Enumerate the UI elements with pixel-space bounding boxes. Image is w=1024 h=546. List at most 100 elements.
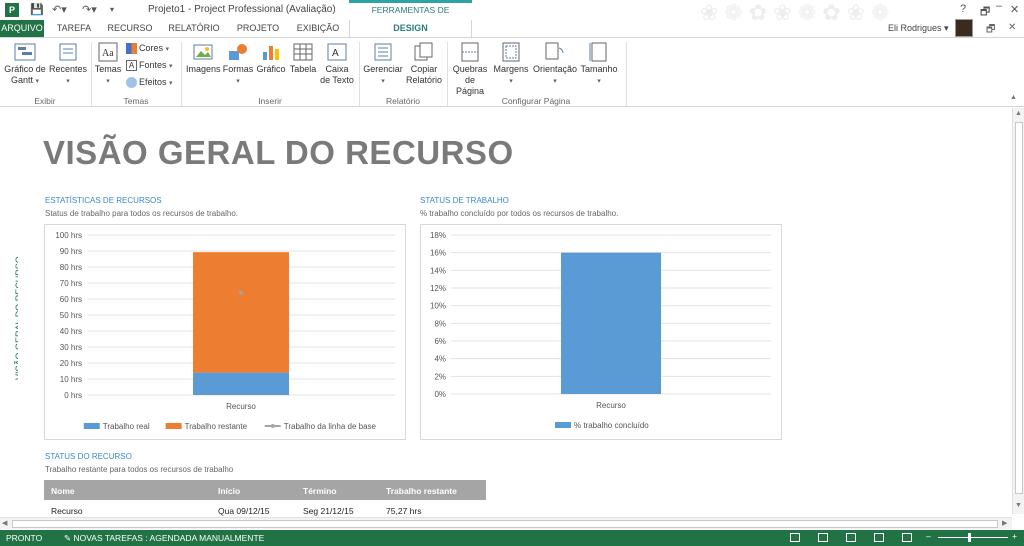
resource-sheet-icon[interactable] [874, 533, 884, 542]
themes-icon: Aa [97, 42, 119, 62]
team-planner-icon[interactable] [846, 533, 856, 542]
vertical-scrollbar[interactable]: ▲ ▼ [1012, 108, 1024, 514]
undo-icon[interactable]: ↶▾ [52, 3, 67, 16]
legend-label: Trabalho real [103, 422, 150, 431]
scroll-right-icon[interactable]: ▶ [1002, 519, 1007, 527]
fonts-icon: A [126, 60, 137, 72]
scroll-left-icon[interactable]: ◀ [2, 519, 7, 527]
gantt-chart-button[interactable]: Gráfico de Gantt ▾ [2, 42, 48, 87]
user-name[interactable]: Eli Rodrigues ▾ [888, 23, 949, 34]
bar-0 [561, 252, 661, 394]
y-tick-label: 6% [434, 337, 446, 346]
tab-recurso[interactable]: RECURSO [104, 20, 156, 37]
legend-label: Trabalho restante [185, 422, 248, 431]
collapse-ribbon-icon[interactable]: ▲ [1010, 94, 1017, 101]
cell-name: Recurso [51, 506, 83, 516]
colors-button[interactable]: Cores ▾ [126, 43, 169, 55]
minimize-icon[interactable]: – [996, 0, 1002, 12]
cell-finish: Seg 21/12/15 [303, 506, 354, 516]
tab-projeto[interactable]: PROJETO [232, 20, 284, 37]
group-relatorio: Relatório [385, 96, 421, 106]
chart-button[interactable]: Gráfico [256, 42, 286, 75]
themes-button[interactable]: Aa Temas ▾ [94, 42, 122, 87]
redo-icon[interactable]: ↷▾ [82, 3, 97, 16]
tab-exibicao[interactable]: EXIBIÇÃO [292, 20, 344, 37]
svg-text:A: A [332, 48, 339, 59]
close-icon[interactable]: ✕ [1010, 3, 1019, 16]
x-tick-label: Recurso [226, 402, 256, 411]
project-app-icon[interactable]: P [5, 3, 19, 17]
work-status-chart[interactable]: 0% 2% 4% 6% 8% 10% 12% 14% 16% 18% Recurso % trabal… [420, 224, 782, 440]
manage-button[interactable]: Gerenciar ▾ [362, 42, 404, 87]
y-tick-label: 10 hrs [60, 375, 82, 384]
svg-text:Aa: Aa [102, 48, 114, 59]
tab-relatorio[interactable]: RELATÓRIO [164, 20, 224, 37]
customize-qat-icon[interactable]: ▾ [110, 5, 114, 14]
image-icon [192, 42, 214, 62]
work-status-svg: 0% 2% 4% 6% 8% 10% 12% 14% 16% 18% Recurso % trabal… [430, 231, 771, 430]
table-button[interactable]: Tabela [288, 42, 318, 75]
colors-icon [126, 43, 137, 55]
effects-button[interactable]: Efeitos ▾ [126, 77, 173, 89]
y-tick-label: 2% [434, 372, 446, 381]
gantt-view-icon[interactable] [790, 533, 800, 542]
save-icon[interactable]: 💾 [30, 3, 44, 16]
bar-1 [193, 252, 289, 373]
page-break-icon [459, 42, 481, 62]
y-tick-label: 60 hrs [60, 295, 82, 304]
tab-design[interactable]: DESIGN [349, 20, 472, 37]
avatar[interactable] [955, 19, 973, 37]
y-tick-label: 30 hrs [60, 343, 82, 352]
title-bar: P 💾 ↶▾ ↷▾ ▾ Projeto1 - Project Professio… [0, 0, 1024, 30]
window-title: Projeto1 - Project Professional (Avaliaç… [148, 4, 336, 15]
resource-section-subtitle: Trabalho restante para todos os recursos… [45, 465, 234, 474]
view-bar: VISÃO GERAL DO RECURSO [0, 230, 24, 390]
margins-icon [500, 42, 522, 62]
horizontal-scrollbar[interactable]: ◀ ▶ [0, 517, 1012, 529]
status-ready: PRONTO [6, 533, 43, 543]
task-usage-icon[interactable] [818, 533, 828, 542]
zoom-in-icon[interactable]: + [1012, 531, 1017, 541]
y-tick-label: 40 hrs [60, 327, 82, 336]
scroll-up-icon[interactable]: ▲ [1015, 110, 1022, 117]
tab-arquivo[interactable]: ARQUIVO [0, 20, 44, 37]
resource-table[interactable]: Nome Início Término Trabalho restante Re… [44, 480, 486, 522]
manage-icon [372, 42, 394, 62]
vertical-scroll-thumb[interactable] [1015, 122, 1023, 494]
textbox-button[interactable]: A Caixa de Texto [320, 42, 354, 86]
recent-icon [57, 42, 79, 62]
col-header-finish: Término [303, 486, 337, 496]
margins-button[interactable]: Margens ▾ [492, 42, 530, 87]
report-title[interactable]: VISÃO GERAL DO RECURSO [43, 134, 514, 172]
tab-tarefa[interactable]: TAREFA [52, 20, 96, 37]
fonts-button[interactable]: A Fontes ▾ [126, 60, 173, 72]
orientation-button[interactable]: Orientação ▾ [532, 42, 578, 87]
scroll-down-icon[interactable]: ▼ [1015, 502, 1022, 509]
shapes-button[interactable]: Formas ▾ [222, 42, 254, 87]
legend-label: Trabalho da linha de base [284, 422, 377, 431]
page-breaks-button[interactable]: Quebras de Página [450, 42, 490, 97]
size-button[interactable]: Tamanho ▾ [578, 42, 620, 87]
resource-stats-chart[interactable]: 0 hrs 10 hrs 20 hrs 30 hrs 40 hrs 50 hrs 60 hr… [44, 224, 406, 440]
orientation-icon [544, 42, 566, 62]
recent-button[interactable]: Recentes ▾ [48, 42, 88, 87]
cell-remaining: 75,27 hrs [386, 506, 422, 516]
zoom-slider-knob[interactable] [968, 533, 971, 542]
copy-report-button[interactable]: Copiar Relatório [404, 42, 444, 86]
status-bar: PRONTO ✎ NOVAS TAREFAS : AGENDADA MANUAL… [0, 530, 1024, 546]
y-tick-label: 90 hrs [60, 247, 82, 256]
zoom-out-icon[interactable]: – [926, 531, 931, 541]
report-view-icon[interactable] [902, 533, 912, 542]
help-icon[interactable]: ? [960, 3, 966, 15]
col-header-start: Início [218, 486, 241, 496]
shapes-icon [227, 42, 249, 62]
gantt-icon [14, 42, 36, 62]
chart-icon [260, 42, 282, 62]
images-button[interactable]: Imagens [186, 42, 221, 75]
close-doc-icon[interactable]: ✕ [1008, 22, 1016, 33]
horizontal-scroll-thumb[interactable] [12, 520, 998, 528]
new-tasks-mode[interactable]: ✎ NOVAS TAREFAS : AGENDADA MANUALMENTE [64, 533, 264, 544]
zoom-slider[interactable] [938, 537, 1008, 538]
y-tick-label: 0% [434, 390, 446, 399]
table-header: Nome Início Término Trabalho restante [44, 480, 486, 500]
